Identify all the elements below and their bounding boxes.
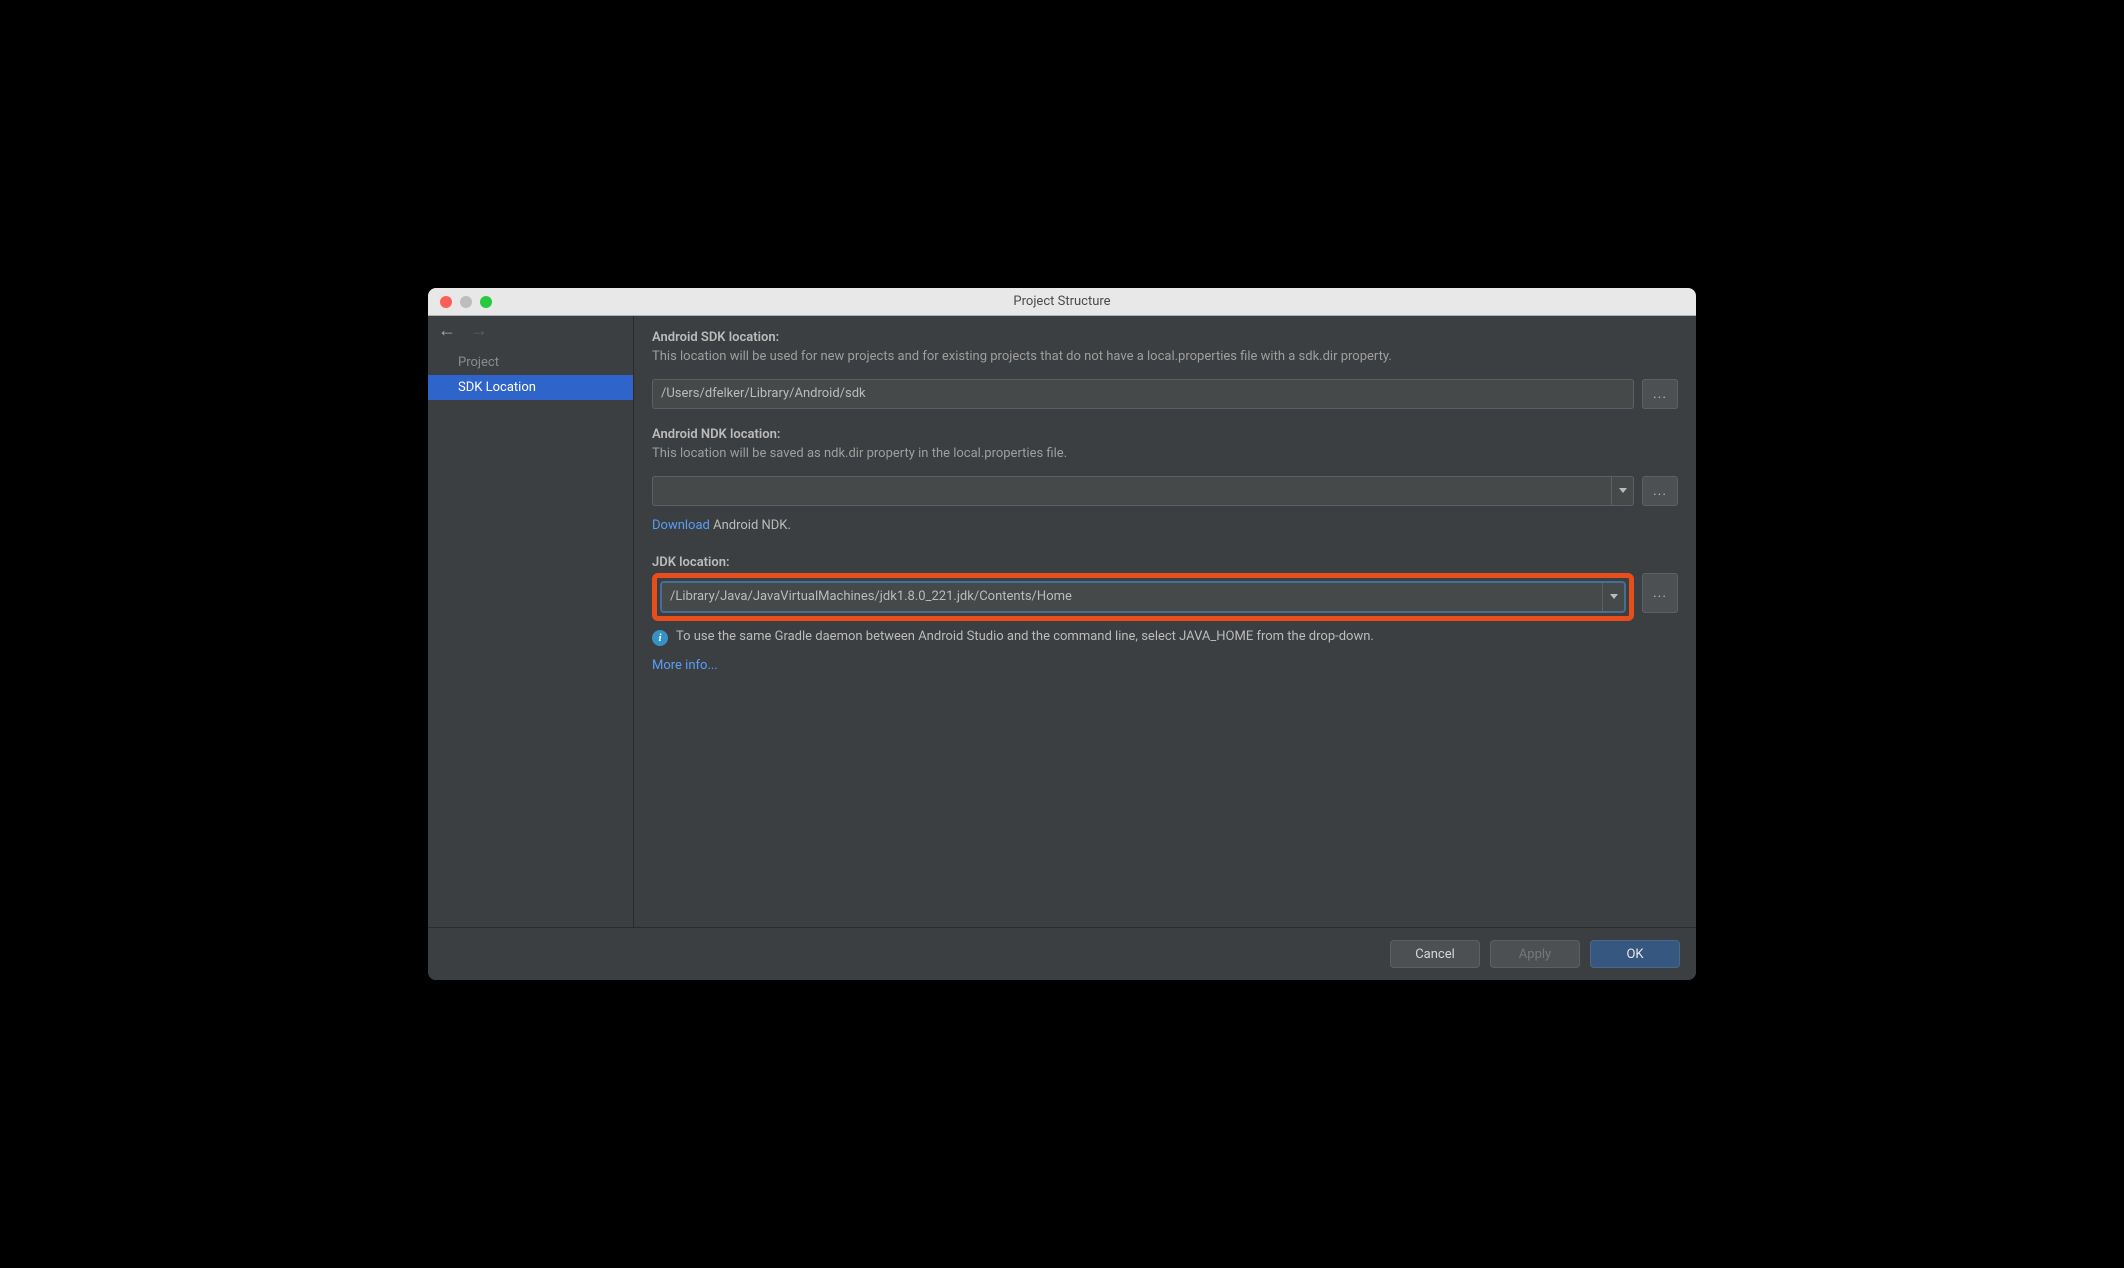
jdk-info-row: i To use the same Gradle daemon between … (652, 629, 1678, 646)
ok-button[interactable]: OK (1590, 940, 1680, 968)
titlebar: Project Structure (428, 288, 1696, 316)
nav-arrows: ← → (428, 316, 633, 350)
ndk-dropdown-button[interactable] (1611, 477, 1633, 505)
ndk-download-line: Download Android NDK. (652, 518, 1678, 533)
main-panel: Android SDK location: This location will… (634, 316, 1696, 927)
sdk-location-desc: This location will be used for new proje… (652, 348, 1678, 367)
cancel-button[interactable]: Cancel (1390, 940, 1480, 968)
sidebar-item-project[interactable]: Project (428, 350, 633, 375)
sidebar-item-sdk-location[interactable]: SDK Location (428, 375, 633, 400)
maximize-window-button[interactable] (480, 296, 492, 308)
sdk-location-title: Android SDK location: (652, 330, 1678, 345)
forward-arrow-icon: → (470, 322, 488, 340)
chevron-down-icon (1619, 488, 1627, 493)
sidebar: ← → Project SDK Location (428, 316, 634, 927)
close-window-button[interactable] (440, 296, 452, 308)
window-controls (428, 296, 492, 308)
minimize-window-button[interactable] (460, 296, 472, 308)
back-arrow-icon[interactable]: ← (438, 322, 456, 340)
window-title: Project Structure (428, 294, 1696, 309)
sdk-browse-button[interactable]: ... (1642, 379, 1678, 409)
jdk-location-input[interactable]: /Library/Java/JavaVirtualMachines/jdk1.8… (661, 582, 1625, 612)
ndk-location-input[interactable] (652, 476, 1634, 506)
dialog-footer: Cancel Apply OK (428, 927, 1696, 980)
info-icon: i (652, 630, 668, 646)
ndk-location-title: Android NDK location: (652, 427, 1678, 442)
project-structure-dialog: Project Structure ← → Project SDK Locati… (428, 288, 1696, 980)
jdk-browse-button[interactable]: ... (1642, 573, 1678, 613)
sdk-location-value: /Users/dfelker/Library/Android/sdk (661, 386, 866, 401)
chevron-down-icon (1610, 594, 1618, 599)
ndk-browse-button[interactable]: ... (1642, 476, 1678, 506)
jdk-location-title: JDK location: (652, 555, 1678, 570)
jdk-info-text: To use the same Gradle daemon between An… (676, 629, 1374, 644)
download-ndk-text: Android NDK. (710, 518, 791, 533)
jdk-highlight: /Library/Java/JavaVirtualMachines/jdk1.8… (652, 573, 1634, 621)
more-info-link[interactable]: More info... (652, 658, 1678, 673)
jdk-dropdown-button[interactable] (1602, 583, 1624, 611)
ndk-location-desc: This location will be saved as ndk.dir p… (652, 445, 1678, 464)
jdk-location-value: /Library/Java/JavaVirtualMachines/jdk1.8… (670, 589, 1602, 604)
sdk-location-input[interactable]: /Users/dfelker/Library/Android/sdk (652, 379, 1634, 409)
download-ndk-link[interactable]: Download (652, 518, 710, 533)
apply-button: Apply (1490, 940, 1580, 968)
